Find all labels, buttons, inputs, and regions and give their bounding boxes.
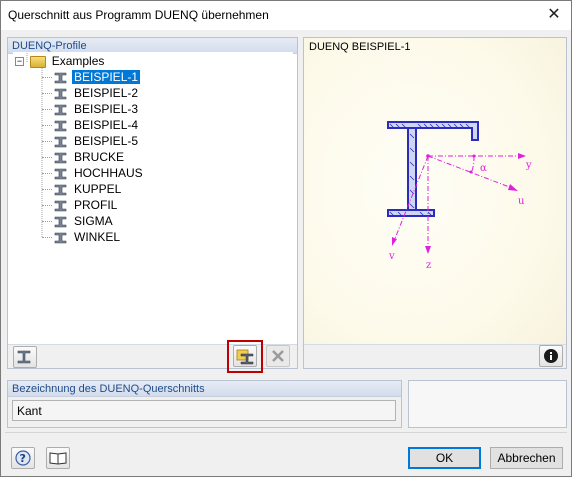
tree-connector (42, 237, 52, 239)
help-button[interactable]: ? (11, 447, 35, 469)
tree-item[interactable]: KUPPEL (42, 181, 123, 197)
collapse-icon[interactable]: − (15, 57, 24, 67)
title-bar: Querschnitt aus Programm DUENQ übernehme… (1, 1, 571, 30)
tree-connector (42, 109, 52, 111)
tree-item[interactable]: BEISPIEL-4 (42, 117, 140, 133)
tree-item[interactable]: BEISPIEL-2 (42, 85, 140, 101)
tree-item-label: SIGMA (74, 214, 113, 228)
section-drawing: y u z v α (387, 121, 532, 271)
profile-icon (54, 168, 67, 180)
tree-connector (42, 125, 52, 127)
svg-text:?: ? (20, 452, 26, 465)
import-icon (236, 349, 254, 365)
profile-icon (54, 72, 67, 84)
profile-icon (54, 152, 67, 164)
u-axis-label: u (518, 196, 525, 207)
help-icon: ? (15, 450, 31, 466)
z-axis-label: z (426, 260, 431, 271)
tree-connector (42, 77, 52, 79)
description-group-header: Bezeichnung des DUENQ-Querschnitts (8, 381, 401, 397)
book-icon (49, 452, 67, 465)
dialog-window: Querschnitt aus Programm DUENQ übernehme… (0, 0, 572, 477)
tree-item-label: BRUCKE (74, 150, 125, 164)
v-axis-label: v (388, 251, 395, 262)
tree-connector (42, 221, 52, 223)
tree-item-label: KUPPEL (74, 182, 122, 196)
tree-connector (42, 141, 52, 143)
tree-item-label: HOCHHAUS (74, 166, 143, 180)
profile-tree[interactable]: − Examples BEISPIEL-1 BEISPIEL-2 BEISPIEL-… (13, 52, 293, 342)
delete-button[interactable] (266, 345, 290, 367)
description-field[interactable]: Kant (12, 400, 396, 421)
tree-root-label: Examples (51, 54, 105, 68)
profile-icon (54, 88, 67, 100)
profile-icon (54, 136, 67, 148)
profile-icon (54, 184, 67, 196)
tree-connector (42, 93, 52, 95)
tree-item[interactable]: HOCHHAUS (42, 165, 145, 181)
tree-root[interactable]: − Examples (15, 53, 106, 69)
book-button[interactable] (46, 447, 70, 469)
tree-item[interactable]: BEISPIEL-3 (42, 101, 140, 117)
separator (5, 432, 567, 433)
cancel-button[interactable]: Abbrechen (490, 447, 563, 469)
window-title: Querschnitt aus Programm DUENQ übernehme… (8, 8, 269, 22)
preview-toolbar (304, 344, 566, 368)
ok-button[interactable]: OK (408, 447, 481, 469)
section-preview: DUENQ BEISPIEL-1 y u z v α (303, 37, 567, 369)
profile-icon (54, 120, 67, 132)
import-button[interactable] (233, 345, 257, 367)
tree-item[interactable]: BRUCKE (42, 149, 126, 165)
tree-item[interactable]: PROFIL (42, 197, 119, 213)
profile-icon (54, 200, 67, 212)
profile-icon (54, 216, 67, 228)
alpha-label: α (480, 163, 487, 174)
tree-item-label: BEISPIEL-5 (74, 134, 139, 148)
y-axis-label: y (525, 160, 532, 171)
tree-item[interactable]: SIGMA (42, 213, 115, 229)
tree-item[interactable]: BEISPIEL-1 (42, 69, 141, 85)
info-button[interactable] (539, 345, 563, 367)
tree-item-label: BEISPIEL-4 (74, 118, 139, 132)
tree-connector (42, 157, 52, 159)
profile-icon (54, 232, 67, 244)
profile-icon (17, 350, 31, 364)
tree-item-label: BEISPIEL-1 (72, 70, 141, 84)
tree-item-label: PROFIL (74, 198, 118, 212)
folder-icon (30, 55, 47, 68)
tree-connector (42, 173, 52, 175)
tree-item-label: BEISPIEL-3 (74, 102, 139, 116)
tree-connector (42, 189, 52, 191)
tree-item[interactable]: BEISPIEL-5 (42, 133, 140, 149)
profile-icon (54, 104, 67, 116)
tree-connector (42, 205, 52, 207)
profile-button[interactable] (13, 346, 37, 368)
info-icon (544, 349, 558, 363)
empty-side-panel (408, 380, 567, 428)
delete-icon (272, 350, 284, 362)
tree-item[interactable]: WINKEL (42, 229, 122, 245)
tree-item-label: BEISPIEL-2 (74, 86, 139, 100)
close-icon[interactable]: ✕ (541, 3, 567, 27)
tree-item-label: WINKEL (74, 230, 121, 244)
